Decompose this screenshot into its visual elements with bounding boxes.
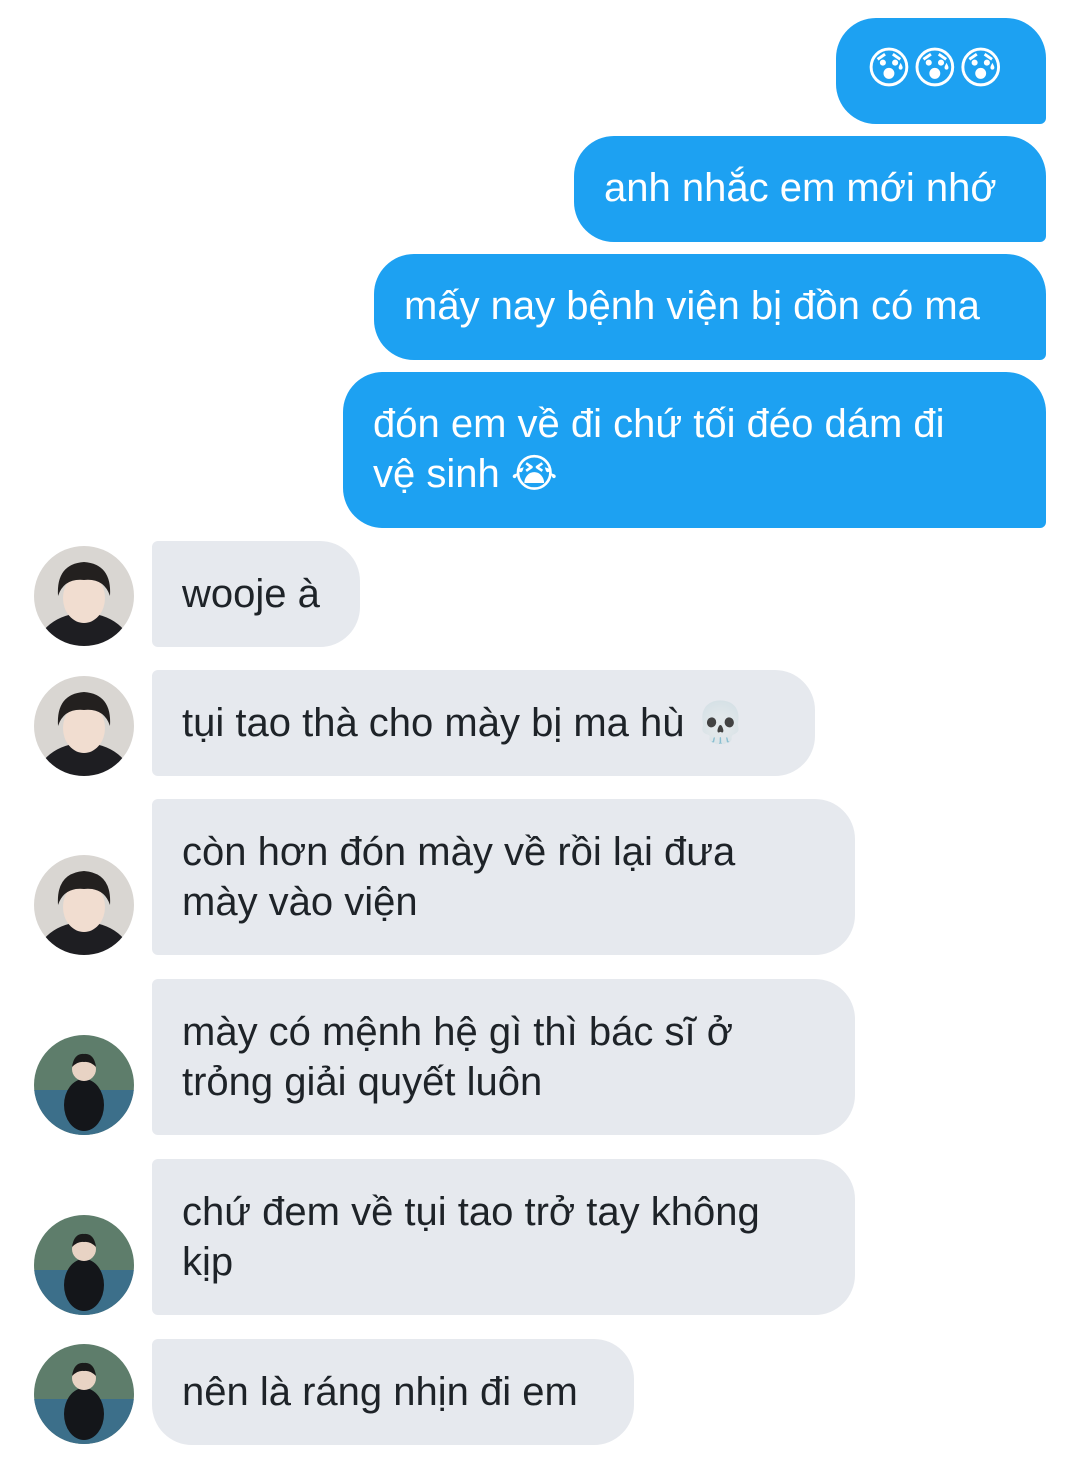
outgoing-message-3[interactable]: mấy nay bệnh viện bị đồn có ma [374, 254, 1046, 360]
incoming-message-1[interactable]: wooje à [152, 541, 360, 647]
avatar-dark-hair[interactable] [34, 855, 134, 955]
outgoing-message-4[interactable]: đón em về đi chứ tối đéo dám đi vệ sinh … [343, 372, 1046, 528]
outgoing-message-2[interactable]: anh nhắc em mới nhớ [574, 136, 1046, 242]
incoming-message-6[interactable]: nên là ráng nhịn đi em [152, 1339, 634, 1445]
outgoing-message-1[interactable]: 😰😰😰 [836, 18, 1046, 124]
avatar-dark-hair[interactable] [34, 676, 134, 776]
avatar-court[interactable] [34, 1035, 134, 1135]
avatar-court[interactable] [34, 1344, 134, 1444]
incoming-message-4[interactable]: mày có mệnh hệ gì thì bác sĩ ở trỏng giả… [152, 979, 855, 1135]
incoming-message-5[interactable]: chứ đem về tụi tao trở tay không kịp [152, 1159, 855, 1315]
incoming-message-3[interactable]: còn hơn đón mày về rồi lại đưa mày vào v… [152, 799, 855, 955]
incoming-message-2[interactable]: tụi tao thà cho mày bị ma hù 💀 [152, 670, 815, 776]
avatar-court[interactable] [34, 1215, 134, 1315]
avatar-dark-hair[interactable] [34, 546, 134, 646]
